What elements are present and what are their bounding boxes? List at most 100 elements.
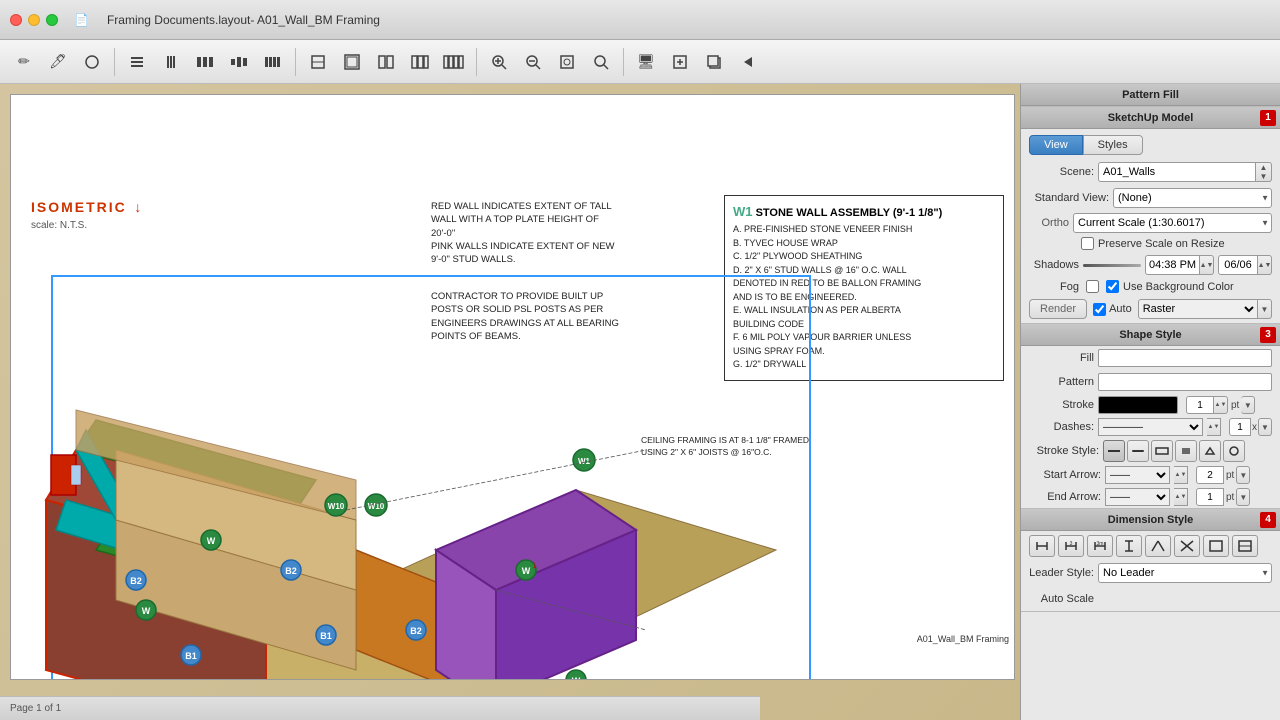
end-pt-dropdown[interactable]: ▼: [1236, 488, 1250, 506]
preserve-scale-checkbox[interactable]: [1081, 237, 1094, 250]
stroke-label: Stroke: [1029, 399, 1094, 411]
ss-btn-round2[interactable]: [1223, 440, 1245, 462]
preserve-scale-text: Preserve Scale on Resize: [1098, 238, 1225, 250]
preserve-scale-row: Preserve Scale on Resize: [1021, 235, 1280, 252]
current-scale-wrapper[interactable]: Current Scale (1:30.6017) ▼: [1073, 213, 1272, 233]
end-arrow-select[interactable]: ——: [1105, 488, 1170, 506]
stroke-swatch[interactable]: [1098, 396, 1178, 414]
styles-tab[interactable]: Styles: [1083, 135, 1143, 155]
svg-text:B1: B1: [185, 651, 197, 661]
close-button[interactable]: [10, 14, 22, 26]
dim-icon-3[interactable]: 3m: [1087, 535, 1113, 557]
page-area[interactable]: ISOMETRIC ↓ scale: N.T.S. RED WALL INDIC…: [10, 94, 1015, 680]
scene-stepper[interactable]: ▲▼: [1256, 162, 1272, 182]
stroke-dropdown[interactable]: ▼: [1241, 396, 1255, 414]
window-title: Framing Documents.layout- A01_Wall_BM Fr…: [107, 13, 380, 27]
stroke-pt-input[interactable]: [1186, 396, 1214, 414]
view-styles-tabs: View Styles: [1021, 129, 1280, 159]
canvas-area[interactable]: ISOMETRIC ↓ scale: N.T.S. RED WALL INDIC…: [0, 84, 1020, 720]
zoom-in-tool[interactable]: [483, 46, 515, 78]
dashes-stepper[interactable]: ▲▼: [1207, 418, 1221, 436]
start-pt-dropdown[interactable]: ▼: [1236, 466, 1250, 484]
dimension-style-section: Dimension Style 4 3 3m: [1021, 509, 1280, 612]
scene-input-wrapper: A01_Walls ▲▼: [1098, 162, 1272, 182]
stroke-stepper[interactable]: ▲▼: [1214, 396, 1228, 414]
monitor-tool[interactable]: 🖥: [630, 46, 662, 78]
standard-view-select-wrapper[interactable]: (None) ▼: [1113, 188, 1272, 208]
page-nav-tool[interactable]: [732, 46, 764, 78]
maximize-button[interactable]: [46, 14, 58, 26]
preserve-scale-checkbox-label[interactable]: Preserve Scale on Resize: [1081, 237, 1225, 250]
dim-icon-7[interactable]: [1203, 535, 1229, 557]
auto-checkbox-label[interactable]: Auto: [1093, 303, 1132, 316]
adjust-tool[interactable]: [257, 46, 289, 78]
dashes-x-dropdown[interactable]: ▼: [1258, 418, 1272, 436]
scene-input[interactable]: A01_Walls: [1098, 162, 1256, 182]
ss-btn-solid[interactable]: [1103, 440, 1125, 462]
align-tool-1[interactable]: [121, 46, 153, 78]
view-tab[interactable]: View: [1029, 135, 1083, 155]
render-button[interactable]: Render: [1029, 299, 1087, 319]
ss-btn-corner[interactable]: [1151, 440, 1173, 462]
fill-swatch[interactable]: [1098, 349, 1272, 367]
leader-style-select-wrapper[interactable]: No Leader ▼: [1098, 563, 1272, 583]
page-add-tool[interactable]: [664, 46, 696, 78]
start-pt-input[interactable]: [1196, 466, 1224, 484]
date-stepper[interactable]: ▲▼: [1258, 255, 1272, 275]
start-arrow-stepper[interactable]: ▲▼: [1174, 466, 1188, 484]
pattern-fill-section: Pattern Fill: [1021, 84, 1280, 107]
dim-icon-8[interactable]: [1232, 535, 1258, 557]
dim-icon-2[interactable]: 3: [1058, 535, 1084, 557]
use-bg-color-checkbox[interactable]: [1106, 280, 1119, 293]
zoom-out-tool[interactable]: [517, 46, 549, 78]
dashes-multiplier-input[interactable]: [1229, 418, 1251, 436]
eyedropper-tool[interactable]: 🖊: [42, 46, 74, 78]
ss-btn-butt[interactable]: [1175, 440, 1197, 462]
search-tool[interactable]: [585, 46, 617, 78]
layout-tool-4[interactable]: [404, 46, 436, 78]
pencil-tool[interactable]: ✏: [8, 46, 40, 78]
raster-select[interactable]: Raster: [1138, 299, 1258, 319]
use-bg-color-label[interactable]: Use Background Color: [1106, 280, 1234, 293]
iso-label: ISOMETRIC ↓: [31, 195, 143, 218]
bars-tool-2[interactable]: [223, 46, 255, 78]
shadows-slider-track[interactable]: [1083, 264, 1141, 267]
standard-view-select[interactable]: (None): [1113, 188, 1272, 208]
auto-label: Auto: [1109, 303, 1132, 315]
align-tool-2[interactable]: [155, 46, 187, 78]
end-arrow-label: End Arrow:: [1029, 491, 1101, 503]
end-arrow-stepper[interactable]: ▲▼: [1174, 488, 1188, 506]
raster-arrow[interactable]: ▼: [1258, 299, 1272, 319]
ss-btn-round[interactable]: [1127, 440, 1149, 462]
start-arrow-select[interactable]: ——: [1105, 466, 1170, 484]
shape-style-section: Shape Style 3 Fill Pattern Stroke ▲▼: [1021, 324, 1280, 509]
layout-tool-5[interactable]: [438, 46, 470, 78]
end-pt-input[interactable]: [1196, 488, 1224, 506]
bars-tool-1[interactable]: [189, 46, 221, 78]
page-dup-tool[interactable]: [698, 46, 730, 78]
ss-btn-miter[interactable]: [1199, 440, 1221, 462]
current-scale-select[interactable]: Current Scale (1:30.6017): [1073, 213, 1272, 233]
window-controls[interactable]: [10, 14, 58, 26]
auto-checkbox[interactable]: [1093, 303, 1106, 316]
layout-tool-1[interactable]: [302, 46, 334, 78]
dim-icon-6[interactable]: [1174, 535, 1200, 557]
dim-icon-4[interactable]: [1116, 535, 1142, 557]
time-stepper[interactable]: ▲▼: [1200, 255, 1214, 275]
dashes-select[interactable]: ————: [1098, 418, 1203, 436]
dim-icon-1[interactable]: [1029, 535, 1055, 557]
svg-text:W: W: [572, 676, 581, 680]
fog-checkbox[interactable]: [1086, 280, 1099, 293]
scale-label: scale: N.T.S.: [31, 220, 87, 231]
minimize-button[interactable]: [28, 14, 40, 26]
dim-icon-5[interactable]: [1145, 535, 1171, 557]
layout-tool-3[interactable]: [370, 46, 402, 78]
fit-page-tool[interactable]: [551, 46, 583, 78]
leader-style-select[interactable]: No Leader: [1098, 563, 1272, 583]
shapes-tool[interactable]: [76, 46, 108, 78]
shadows-date-input[interactable]: [1218, 255, 1258, 275]
pattern-swatch[interactable]: [1098, 373, 1272, 391]
status-bar: Page 1 of 1: [0, 696, 760, 720]
shadows-time-input[interactable]: [1145, 255, 1200, 275]
layout-tool-2[interactable]: [336, 46, 368, 78]
